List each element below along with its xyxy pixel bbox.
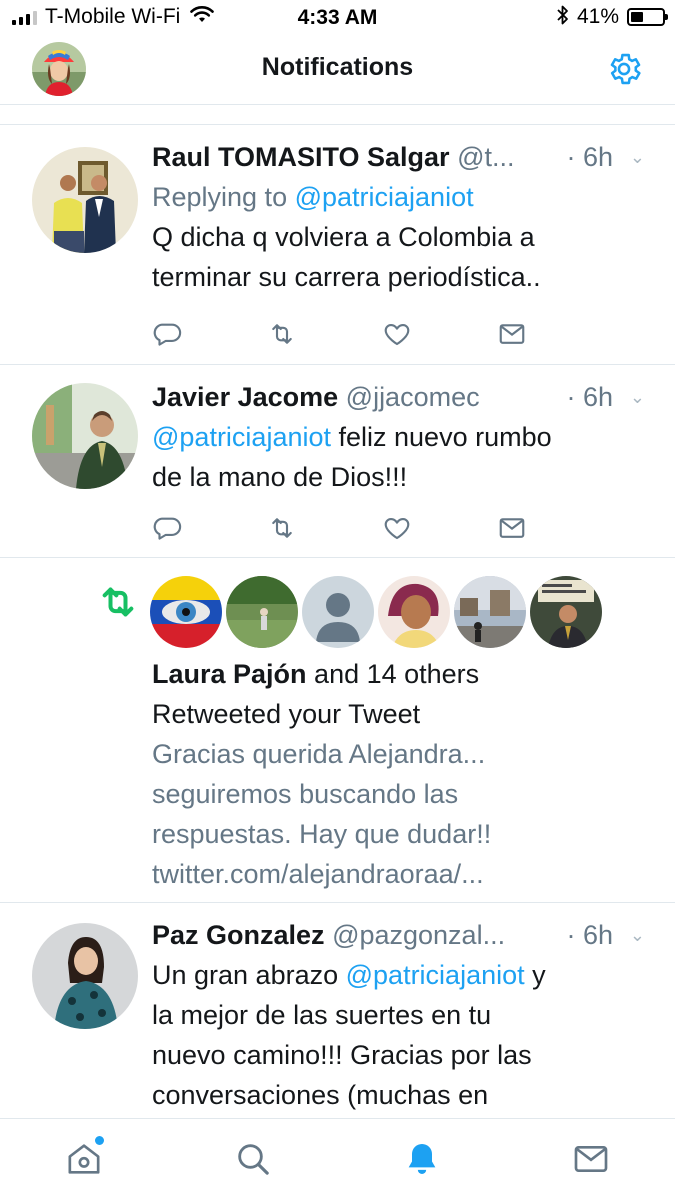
display-name[interactable]: Raul TOMASITO Salgar — [152, 142, 450, 172]
direct-message-icon[interactable] — [497, 319, 612, 349]
tweet-text: Un gran abrazo — [152, 960, 346, 990]
avatar[interactable] — [454, 576, 526, 648]
mention-link[interactable]: @patriciajaniot — [346, 960, 525, 990]
tweet-text-line: la mejor de las suertes en tu — [152, 1000, 492, 1030]
retweeter-avatars — [150, 576, 602, 648]
nav-bar: Notifications — [0, 36, 675, 105]
tweet-actions — [152, 319, 612, 349]
messages-icon — [571, 1139, 611, 1184]
home-icon — [64, 1139, 104, 1184]
display-name[interactable]: Paz Gonzalez — [152, 920, 325, 950]
battery-percent: 41% — [576, 5, 619, 28]
others-count[interactable]: and 14 others — [307, 659, 479, 689]
page-title: Notifications — [261, 53, 414, 81]
timestamp: · 6h — [562, 137, 613, 177]
reply-icon[interactable] — [152, 319, 267, 349]
battery-level-fill — [631, 12, 643, 22]
avatar[interactable] — [226, 576, 298, 648]
quoted-tweet-line: respuestas. Hay que dudar!! — [152, 819, 492, 849]
replying-to-label: Replying to — [152, 182, 295, 212]
display-name[interactable]: Laura Pajón — [152, 659, 307, 689]
retweet-icon[interactable] — [267, 513, 382, 543]
search-icon — [233, 1139, 273, 1184]
timestamp: · 6h — [562, 377, 613, 417]
status-right: 41% — [557, 4, 668, 31]
tweet-text: y — [524, 960, 546, 990]
avatar[interactable] — [32, 147, 138, 253]
chevron-down-icon[interactable]: ⌄ — [630, 137, 645, 177]
tweet-text-line: de la mano de Dios!!! — [152, 462, 408, 492]
mention-link[interactable]: @patriciajaniot — [152, 422, 331, 452]
tweet-item[interactable]: Javier Jacome @jjacomec · 6h ⌄ @patricia… — [0, 365, 675, 558]
battery-icon — [627, 8, 668, 26]
new-content-dot — [95, 1136, 104, 1145]
reply-context: Replying to @patriciajaniot — [152, 177, 645, 217]
retweet-icon[interactable] — [267, 319, 382, 349]
tweet-text-line: conversaciones (muchas en — [152, 1080, 489, 1110]
status-bar: T-Mobile Wi-Fi 4:33 AM 41% — [0, 0, 675, 36]
timestamp: · 6h — [562, 915, 613, 955]
avatar[interactable] — [378, 576, 450, 648]
like-heart-icon[interactable] — [382, 513, 497, 543]
gear-icon[interactable] — [605, 50, 643, 88]
notifications-bell-icon — [402, 1139, 442, 1184]
tweet-item[interactable]: Paz Gonzalez @pazgonzal... · 6h ⌄ Un gra… — [0, 903, 675, 1118]
quoted-tweet-link[interactable]: twitter.com/alejandraoraa/... — [152, 854, 645, 894]
tweet-text: feliz nuevo rumbo — [331, 422, 552, 452]
tweet-text-line: nuevo camino!!! Gracias por las — [152, 1040, 532, 1070]
avatar[interactable] — [150, 576, 222, 648]
username[interactable]: @pazgonzal... — [332, 920, 505, 950]
tweet-item[interactable]: Raul TOMASITO Salgar @t... · 6h ⌄ Replyi… — [0, 125, 675, 365]
avatar[interactable] — [530, 576, 602, 648]
like-heart-icon[interactable] — [382, 319, 497, 349]
tab-messages[interactable] — [506, 1119, 675, 1201]
tweet-header: Javier Jacome @jjacomec · 6h ⌄ — [152, 377, 645, 417]
reply-icon[interactable] — [152, 513, 267, 543]
default-avatar[interactable] — [302, 576, 374, 648]
previous-notification-edge — [0, 104, 675, 125]
username[interactable]: @t... — [457, 142, 514, 172]
direct-message-icon[interactable] — [497, 513, 612, 543]
chevron-down-icon[interactable]: ⌄ — [630, 915, 645, 955]
avatar[interactable] — [32, 383, 138, 489]
tab-notifications[interactable] — [338, 1119, 507, 1201]
avatar[interactable] — [32, 923, 138, 1029]
tweet-text-line: @patriciajaniot feliz nuevo rumbo — [152, 417, 645, 457]
bluetooth-icon — [557, 4, 569, 31]
tweet-header: Paz Gonzalez @pazgonzal... · 6h ⌄ — [152, 915, 645, 955]
display-name[interactable]: Javier Jacome — [152, 382, 338, 412]
tweet-text-line: Un gran abrazo @patriciajaniot y — [152, 955, 645, 995]
retweet-actors: Laura Pajón and 14 others — [152, 654, 645, 694]
tweet-body: Raul TOMASITO Salgar @t... · 6h ⌄ Replyi… — [152, 137, 645, 297]
retweet-icon — [98, 582, 138, 622]
retweet-action-label: Retweeted your Tweet — [152, 699, 421, 729]
tweet-text-line: Q dicha q volviera a Colombia a — [152, 222, 535, 252]
tab-search[interactable] — [169, 1119, 338, 1201]
tweet-body: Paz Gonzalez @pazgonzal... · 6h ⌄ Un gra… — [152, 915, 645, 1115]
chevron-down-icon[interactable]: ⌄ — [630, 377, 645, 417]
tweet-text-line: terminar su carrera periodística.. — [152, 262, 541, 292]
tab-bar — [0, 1118, 675, 1201]
retweet-notification[interactable]: Laura Pajón and 14 others Retweeted your… — [0, 558, 675, 903]
tweet-actions — [152, 513, 612, 543]
quoted-tweet-line: Gracias querida Alejandra... — [152, 739, 486, 769]
retweet-summary: Laura Pajón and 14 others Retweeted your… — [152, 654, 645, 894]
quoted-tweet-line: seguiremos buscando las — [152, 779, 459, 809]
mention-link[interactable]: @patriciajaniot — [295, 182, 474, 212]
username[interactable]: @jjacomec — [346, 382, 480, 412]
tweet-body: Javier Jacome @jjacomec · 6h ⌄ @patricia… — [152, 377, 645, 497]
tab-home[interactable] — [0, 1119, 169, 1201]
tweet-header: Raul TOMASITO Salgar @t... · 6h ⌄ — [152, 137, 645, 177]
